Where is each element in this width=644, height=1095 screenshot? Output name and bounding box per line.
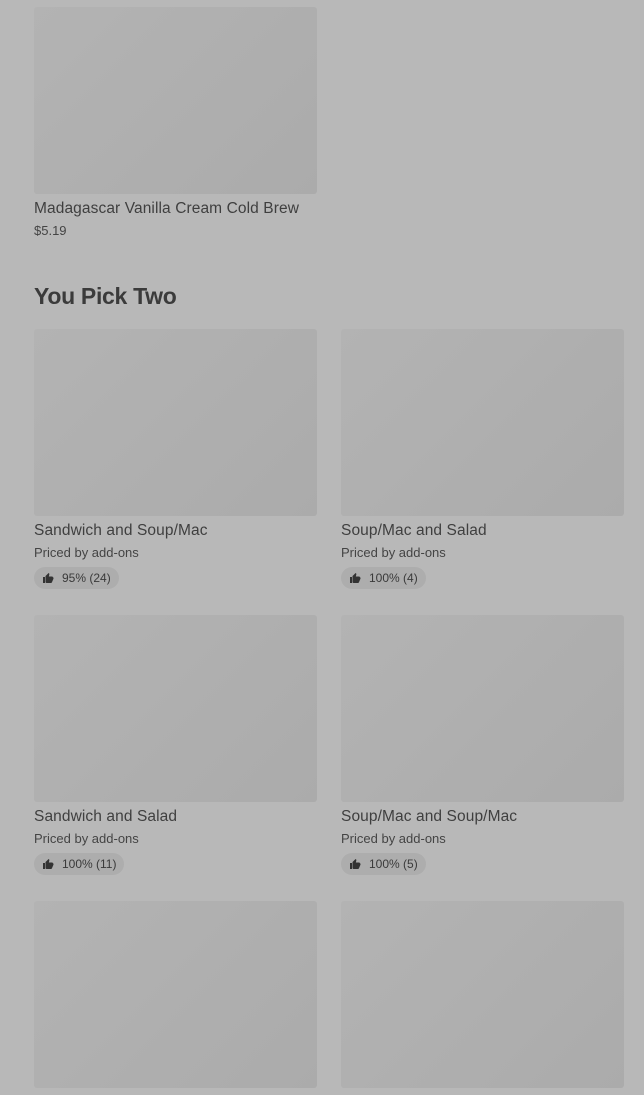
item-image[interactable]: [341, 901, 624, 1088]
item-price: Priced by add-ons: [34, 831, 139, 846]
item-image[interactable]: [34, 901, 317, 1088]
menu-item-card[interactable]: [34, 901, 317, 1088]
thumbs-up-icon: [350, 573, 361, 583]
item-name: Soup/Mac and Salad: [341, 522, 487, 539]
item-image[interactable]: [34, 329, 317, 516]
item-price: Priced by add-ons: [341, 545, 446, 560]
menu-item-card[interactable]: Sandwich and Salad Priced by add-ons 100…: [34, 615, 317, 875]
rating-text: 100% (4): [369, 571, 418, 585]
item-price: Priced by add-ons: [34, 545, 139, 560]
item-price: $5.19: [34, 223, 67, 238]
item-image[interactable]: [341, 329, 624, 516]
menu-item-card[interactable]: Sandwich and Soup/Mac Priced by add-ons …: [34, 329, 317, 589]
item-image[interactable]: [34, 7, 317, 194]
rating-badge: 100% (5): [341, 853, 426, 875]
thumbs-up-icon: [43, 573, 54, 583]
menu-page: Madagascar Vanilla Cream Cold Brew $5.19…: [0, 0, 644, 1095]
rating-text: 100% (11): [62, 857, 117, 871]
thumbs-up-icon: [43, 859, 54, 869]
item-name: Sandwich and Salad: [34, 808, 178, 825]
rating-badge: 95% (24): [34, 567, 119, 589]
item-image[interactable]: [341, 615, 624, 802]
rating-badge: 100% (11): [34, 853, 125, 875]
item-name: Madagascar Vanilla Cream Cold Brew: [34, 200, 300, 217]
thumbs-up-icon: [350, 859, 361, 869]
item-image[interactable]: [34, 615, 317, 802]
rating-text: 100% (5): [369, 857, 418, 871]
menu-item-card[interactable]: [341, 901, 624, 1088]
rating-text: 95% (24): [62, 571, 111, 585]
section-title: You Pick Two: [34, 283, 177, 309]
menu-item-card[interactable]: Soup/Mac and Salad Priced by add-ons 100…: [341, 329, 624, 589]
item-name: Soup/Mac and Soup/Mac: [341, 808, 518, 825]
rating-badge: 100% (4): [341, 567, 426, 589]
item-name: Sandwich and Soup/Mac: [34, 522, 208, 539]
menu-item-card[interactable]: Madagascar Vanilla Cream Cold Brew $5.19: [34, 7, 317, 238]
menu-item-card[interactable]: Soup/Mac and Soup/Mac Priced by add-ons …: [341, 615, 624, 875]
item-price: Priced by add-ons: [341, 831, 446, 846]
